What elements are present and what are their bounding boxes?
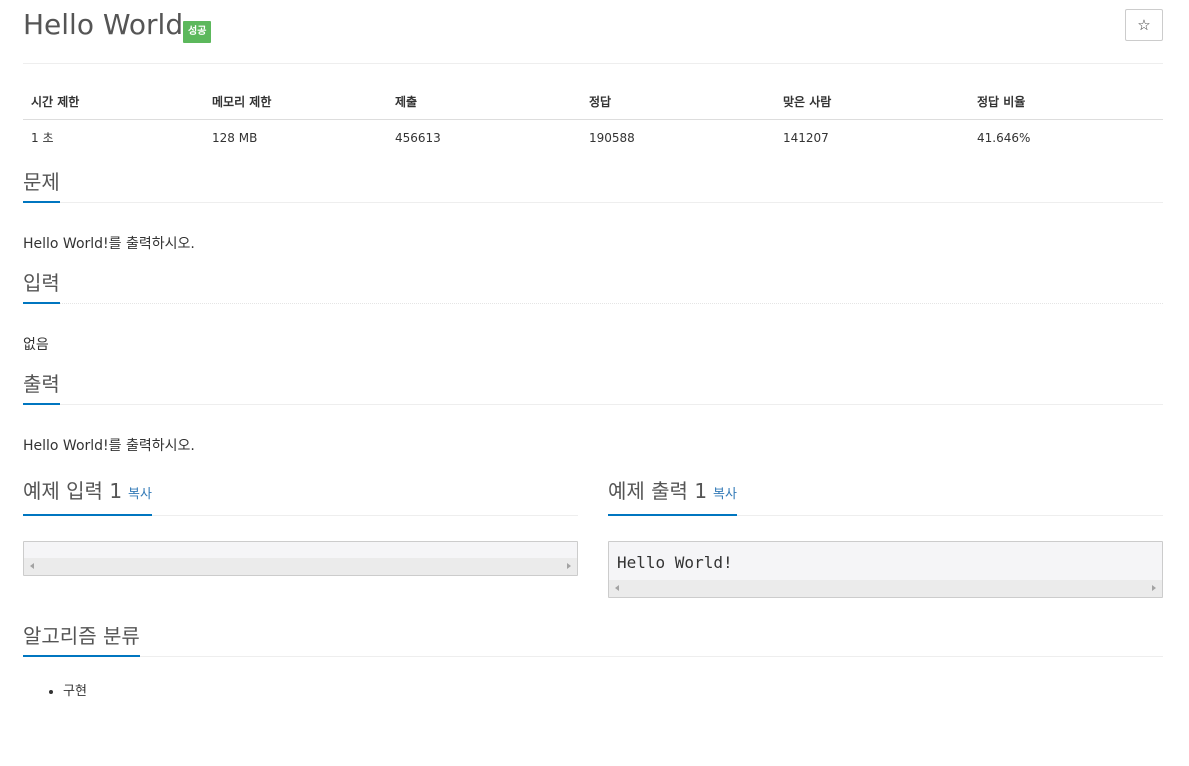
sample-input-heading-bar: 예제 입력 1 복사 (23, 479, 578, 516)
status-badge: 성공 (183, 21, 212, 43)
problem-title: Hello World (23, 8, 184, 41)
table-header-row: 시간 제한 메모리 제한 제출 정답 맞은 사람 정답 비율 (23, 84, 1163, 120)
scroll-left-icon[interactable] (615, 585, 619, 591)
sample-output-content: Hello World! (617, 553, 733, 572)
input-heading: 입력 (23, 270, 60, 304)
favorite-button[interactable]: ☆ (1125, 9, 1163, 41)
description-heading: 문제 (23, 169, 60, 203)
solved-users-value: 141207 (783, 130, 829, 145)
star-icon: ☆ (1137, 16, 1151, 34)
time-limit-value: 1 초 (31, 131, 54, 145)
header-memory-limit: 메모리 제한 (204, 84, 387, 120)
sample-output-section: 예제 출력 1 복사 Hello World! (608, 479, 1163, 598)
tags-list: 구현 (23, 683, 1163, 701)
input-text: 없음 (23, 337, 49, 353)
samples-row: 예제 입력 1 복사 예제 출력 1 복사 Hello World! (23, 479, 1163, 598)
description-section: 문제 Hello World!를 출력하시오. (23, 166, 1163, 253)
header-solved-users: 맞은 사람 (775, 84, 969, 120)
input-heading-bar: 입력 (23, 267, 1163, 304)
output-heading: 출력 (23, 371, 60, 405)
table-row: 1 초 128 MB 456613 190588 141207 41.646% (23, 120, 1163, 157)
accept-rate-value: 41.646% (977, 130, 1031, 145)
sample-input-heading: 예제 입력 1 복사 (23, 478, 152, 516)
output-text: Hello World!를 출력하시오. (23, 438, 195, 454)
sample-input-section: 예제 입력 1 복사 (23, 479, 578, 598)
output-heading-bar: 출력 (23, 368, 1163, 405)
copy-sample-input-link[interactable]: 복사 (128, 487, 152, 502)
tags-heading-bar: 알고리즘 분류 (23, 620, 1163, 657)
memory-limit-value: 128 MB (212, 130, 258, 145)
copy-sample-output-link[interactable]: 복사 (713, 487, 737, 502)
sample-output-scrollbar[interactable] (609, 580, 1162, 597)
sample-output-heading-bar: 예제 출력 1 복사 (608, 479, 1163, 516)
input-section: 입력 없음 (23, 267, 1163, 354)
tags-heading: 알고리즘 분류 (23, 623, 140, 657)
submissions-value: 456613 (395, 130, 441, 145)
output-section: 출력 Hello World!를 출력하시오. (23, 368, 1163, 455)
sample-output-heading-text: 예제 출력 1 (608, 479, 708, 503)
description-heading-bar: 문제 (23, 166, 1163, 203)
problem-info-table: 시간 제한 메모리 제한 제출 정답 맞은 사람 정답 비율 1 초 128 M… (23, 84, 1163, 156)
scroll-left-icon[interactable] (30, 563, 34, 569)
header-submissions: 제출 (387, 84, 581, 120)
problem-page: Hello World 성공 ☆ 시간 제한 메모리 제한 제출 정답 맞은 사… (23, 0, 1163, 701)
accepted-value: 190588 (589, 130, 635, 145)
sample-input-heading-text: 예제 입력 1 (23, 479, 123, 503)
scroll-right-icon[interactable] (1152, 585, 1156, 591)
sample-output-box[interactable]: Hello World! (608, 541, 1163, 598)
tags-section: 알고리즘 분류 구현 (23, 620, 1163, 701)
description-text: Hello World!를 출력하시오. (23, 236, 195, 252)
scroll-right-icon[interactable] (567, 563, 571, 569)
header-accepted: 정답 (581, 84, 775, 120)
header-time-limit: 시간 제한 (23, 84, 204, 120)
problem-header: Hello World 성공 ☆ (23, 0, 1163, 64)
sample-input-box[interactable] (23, 541, 578, 576)
sample-input-scrollbar[interactable] (24, 558, 577, 575)
list-item[interactable]: 구현 (63, 683, 1163, 701)
header-accept-rate: 정답 비율 (969, 84, 1163, 120)
sample-output-heading: 예제 출력 1 복사 (608, 478, 737, 516)
